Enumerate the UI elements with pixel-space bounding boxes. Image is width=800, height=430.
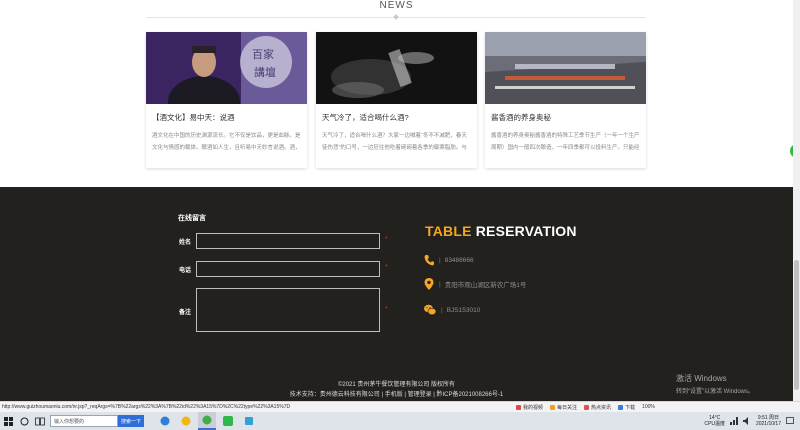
news-card-3-desc: 酱香酒的养身奥秘酱香酒的特殊工艺季节生产（一年一个生产周期）国内一般四次酿造，一… [491,133,640,151]
daily-icon [550,404,556,410]
tray-temperature[interactable]: 14°C CPU温度 [704,415,725,427]
svg-text:講壇: 講壇 [254,65,276,79]
edge-icon [160,416,170,426]
news-card-1-desc: 酒文化在中国的历史渊源流长。它不仅是饮品，更是血脉。是文化与情感的载体。酿酒如人… [152,133,301,151]
start-button[interactable] [0,412,16,430]
scrollbar-thumb[interactable] [794,260,799,390]
news-card-1-image[interactable]: 百家 講壇 [146,32,307,104]
svg-text:百家: 百家 [252,47,274,61]
network-icon[interactable] [729,417,738,425]
status-url: http://www.guizhoumaoniu.com/nr.jsp?_req… [2,404,291,410]
phone-icon [424,254,434,266]
contact-wechat-value: BJS153010 [446,306,481,314]
phone-label: 电话 [179,268,192,274]
contact-phone-value: 83488666 [444,256,474,264]
site-footer: 在线留言 姓名 * 电话 * 备注 * TABLE RESERVATION | … [0,187,793,401]
news-card-1-title[interactable]: 【酒文化】易中天：说酒 [146,104,307,126]
news-card-2-image[interactable] [316,32,477,104]
vertical-scrollbar[interactable] [793,0,800,401]
taskbar-app-active-browser[interactable] [198,412,216,430]
news-card-3-title[interactable]: 酱香酒的养身奥秘 [485,104,646,126]
status-item-download[interactable]: 下载 [618,404,635,411]
news-card-2[interactable]: 天气冷了，适合喝什么酒? 天气冷了，适合喝什么酒？大家一边喊着“冬不不减肥，春天… [316,32,477,168]
taskbar-app-edge[interactable] [156,412,174,430]
taskbar-search[interactable]: 输入你想要的 搜索一下 [50,415,144,427]
browser-viewport: NEWS 百家 講壇 【酒文化】易中天：说酒 酒文化在中国的历史渊源流长。它不仅… [0,0,793,401]
tray-clock[interactable]: 9:51 周日 2021/10/17 [756,415,781,427]
taskbar-app-wechat[interactable] [219,412,237,430]
task-view-button[interactable] [32,412,48,430]
hot-icon [584,404,590,410]
taskbar-app-browser[interactable] [177,412,195,430]
name-input[interactable] [196,233,380,249]
windows-taskbar: 输入你想要的 搜索一下 14°C CPU温度 9:51 周日 2021/10/1… [0,412,800,430]
contact-wechat-separator: | [441,306,443,314]
news-card-3-image[interactable] [485,32,646,104]
copyright-text: ©2021 贵州茅牛餐饮管理有限公司 版权所有 [337,382,456,388]
browser-icon [181,416,191,426]
notification-icon[interactable] [786,417,794,425]
system-tray: 14°C CPU温度 9:51 周日 2021/10/17 [704,415,800,427]
reservation-title: TABLE RESERVATION [425,223,577,239]
video-icon [516,404,521,410]
clock-date: 2021/10/17 [755,421,781,427]
temperature-label: CPU温度 [704,421,725,427]
status-item-hot[interactable]: 热点资讯 [584,404,611,411]
contact-address-value: 贵阳市观山湖区新农广场1号 [444,282,527,289]
status-item-daily[interactable]: 每日关注 [550,404,577,411]
message-form-heading: 在线留言 [178,215,206,222]
activation-line-1: 激活 Windows [676,374,727,383]
phone-input[interactable] [196,261,380,277]
circle-icon [20,417,28,425]
activation-line-2: 转到“设置”以激活 Windows。 [676,389,755,395]
contact-wechat: | BJS153010 [424,304,480,316]
location-pin-icon [424,278,434,290]
reservation-title-accent: TABLE [425,223,472,239]
wechat-icon [424,304,437,316]
support-links[interactable]: 技术支持：贵州德云科技有限公司 | 手机版 | 管理登录 | 黔ICP备2021… [0,389,793,398]
news-card-2-desc: 天气冷了，适合喝什么酒？大家一边喊着“冬不不减肥，春天徒伤悲”的口号，一边狂往他… [322,133,467,151]
green-browser-icon [202,415,212,425]
news-card-3[interactable]: 酱香酒的养身奥秘 酱香酒的养身奥秘酱香酒的特殊工艺季节生产（一年一个生产周期）国… [485,32,646,168]
taskbar-search-button[interactable]: 搜索一下 [118,415,144,427]
phone-required-mark: * [385,264,388,271]
contact-phone: | 83488666 [424,254,474,266]
name-label: 姓名 [179,240,192,246]
taskbar-app-other[interactable] [240,412,258,430]
wechat-app-icon [223,416,233,426]
remark-textarea[interactable] [196,288,380,332]
contact-address-separator: | [439,280,441,288]
name-required-mark: * [385,236,388,243]
app-icon [245,417,253,425]
contact-address: | 贵阳市观山湖区新农广场1号 [424,278,526,290]
volume-icon[interactable] [742,417,751,425]
taskbar-search-input[interactable]: 输入你想要的 [50,415,118,427]
windows-activation-watermark: 激活 Windows 转到“设置”以激活 Windows。 [676,373,754,395]
zoom-level[interactable]: 100% [642,404,655,411]
download-icon [618,404,624,410]
cortana-button[interactable] [16,412,32,430]
contact-phone-separator: | [439,256,441,264]
news-card-2-title[interactable]: 天气冷了，适合喝什么酒? [316,104,477,126]
news-section-title: NEWS [379,0,414,11]
remark-label: 备注 [179,310,192,316]
reservation-title-rest: RESERVATION [475,223,577,239]
browser-status-bar: http://www.guizhoumaoniu.com/nr.jsp?_req… [0,401,800,412]
task-view-icon [35,417,45,425]
status-item-video[interactable]: 我的视频 [516,404,543,411]
remark-required-mark: * [385,306,388,313]
windows-logo-icon [3,416,13,426]
news-card-1[interactable]: 百家 講壇 【酒文化】易中天：说酒 酒文化在中国的历史渊源流长。它不仅是饮品，更… [146,32,307,168]
news-divider-dot [393,14,399,20]
